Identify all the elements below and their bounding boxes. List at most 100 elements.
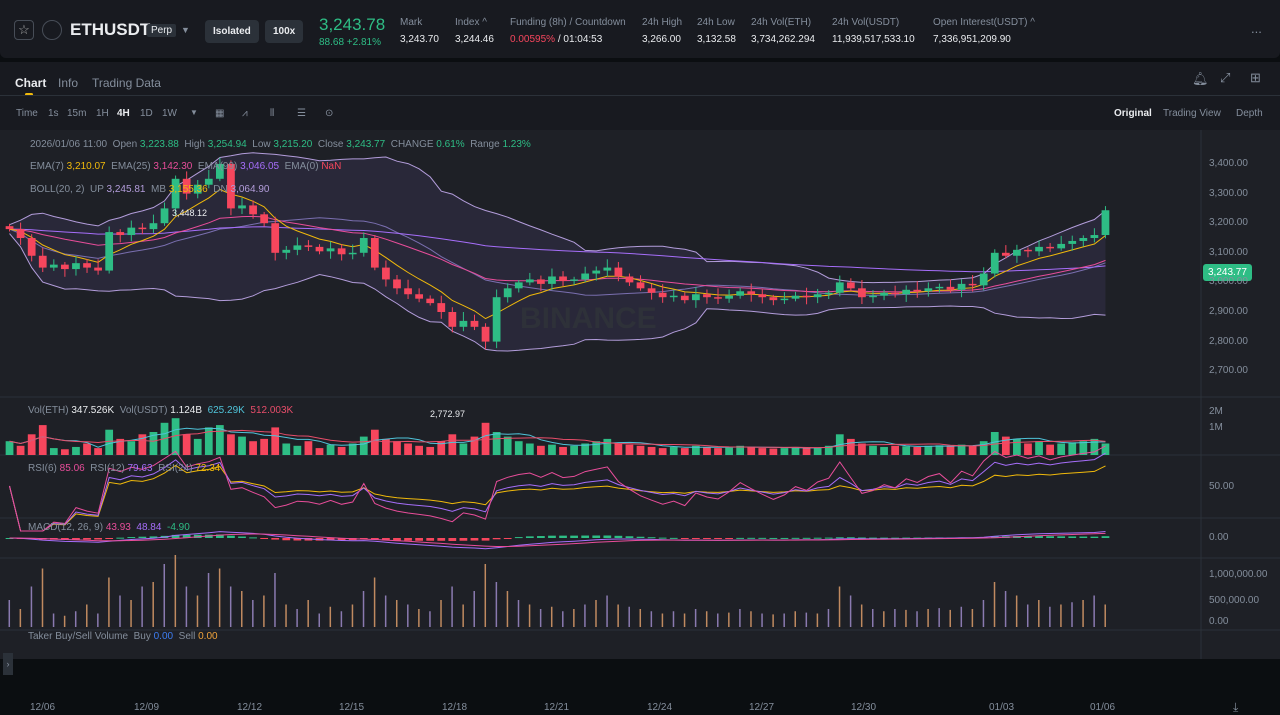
volume-bar <box>304 441 313 455</box>
volume-bar <box>636 445 645 455</box>
candle-body <box>1057 243 1066 249</box>
candle-body <box>680 295 689 301</box>
alert-bell-icon[interactable]: 🔔︎ <box>1192 71 1209 87</box>
candle-body <box>448 312 457 327</box>
candle-body <box>293 245 302 250</box>
candle-body <box>835 282 844 293</box>
volume-tick: 1M <box>1209 422 1223 433</box>
macd-histogram-bar <box>404 538 412 541</box>
margin-mode-button[interactable]: Isolated <box>205 20 259 43</box>
date-tick: 12/21 <box>544 702 570 713</box>
more-options-icon[interactable]: ... <box>1251 21 1262 36</box>
view-trading-view[interactable]: Trading View <box>1163 108 1221 119</box>
taker-volume-bar <box>672 611 675 627</box>
interval-4h[interactable]: 4H <box>117 108 130 119</box>
candle-body <box>559 276 567 281</box>
macd-tick: 0.00 <box>1209 532 1229 543</box>
layout-grid-icon[interactable]: ⊞ <box>1250 70 1261 86</box>
volume-bar <box>337 446 346 455</box>
tab-info[interactable]: Info <box>58 76 78 90</box>
leverage-button[interactable]: 100x <box>265 20 304 43</box>
taker-volume-bar <box>1104 604 1106 627</box>
chart-type-icon[interactable]: ⫴ <box>270 108 274 119</box>
volume-bar <box>592 441 601 455</box>
taker-volume-bar <box>86 604 88 627</box>
candle-body <box>703 294 711 298</box>
macd-histogram-bar <box>714 538 722 539</box>
candle-body <box>238 205 246 209</box>
taker-volume-bar <box>451 586 453 627</box>
taker-volume-bar <box>1049 606 1051 627</box>
date-tick: 12/24 <box>647 702 673 713</box>
symbol-dropdown-icon[interactable]: ▼ <box>181 25 190 35</box>
volume-bar <box>260 438 269 455</box>
taker-tick: 1,000,000.00 <box>1209 569 1268 580</box>
macd-histogram-bar <box>94 538 102 540</box>
interval-1s[interactable]: 1s <box>48 108 59 119</box>
settings-list-icon[interactable]: ☰ <box>297 108 306 119</box>
more-intervals-icon[interactable]: ▼ <box>190 108 198 117</box>
chart-area[interactable]: 2026/01/06 11:00 Open 3,223.88 High 3,25… <box>0 130 1280 714</box>
scroll-left-button[interactable]: › <box>3 653 13 675</box>
volume-bar <box>227 434 235 455</box>
taker-volume-bar <box>871 609 874 627</box>
target-icon[interactable]: ⊙ <box>325 108 333 119</box>
price-tick: 2,900.00 <box>1209 306 1248 317</box>
candle-body <box>249 205 257 215</box>
taker-volume-bar <box>595 600 597 627</box>
taker-volume-bar <box>384 595 387 627</box>
taker-volume-bar <box>849 595 852 627</box>
last-price: 3,243.78 <box>319 15 386 34</box>
interval-time[interactable]: Time <box>16 108 38 119</box>
taker-volume-bar <box>119 595 121 627</box>
taker-volume-bar <box>550 606 553 627</box>
taker-volume-bar <box>883 611 885 627</box>
macd-histogram-bar <box>282 538 291 541</box>
view-original[interactable]: Original <box>1114 108 1152 119</box>
macd-histogram-bar <box>824 537 833 539</box>
candle-body <box>415 294 423 299</box>
tab-trading-data[interactable]: Trading Data <box>92 76 161 90</box>
candle-body <box>1001 252 1010 256</box>
candle-body <box>49 264 58 268</box>
ohlc-legend: 2026/01/06 11:00 Open 3,223.88 High 3,25… <box>30 139 531 150</box>
stat-24h-vol-eth: 24h Vol(ETH) 3,734,262.294 <box>751 17 815 45</box>
date-tick: 12/12 <box>237 702 263 713</box>
view-depth[interactable]: Depth <box>1236 108 1263 119</box>
interval-1w[interactable]: 1W <box>162 108 177 119</box>
volume-bar <box>359 436 368 455</box>
interval-1d[interactable]: 1D <box>140 108 153 119</box>
candle-body <box>957 283 966 290</box>
date-tick: 12/15 <box>339 702 365 713</box>
auto-scale-icon[interactable]: ⤓ <box>1233 700 1238 715</box>
candle-body <box>824 292 833 295</box>
interval-15m[interactable]: 15m <box>67 108 86 119</box>
candle-body <box>83 263 91 268</box>
candle-body <box>935 286 944 289</box>
macd-histogram-bar <box>470 538 479 541</box>
candle-body <box>160 208 169 224</box>
macd-histogram-bar <box>703 538 711 539</box>
calendar-icon[interactable]: ▦ <box>215 108 224 119</box>
favorite-star-icon[interactable]: ☆ <box>14 20 34 40</box>
interval-1h[interactable]: 1H <box>96 108 109 119</box>
fullscreen-icon[interactable]: ⤢ <box>1220 70 1230 86</box>
macd-histogram-bar <box>227 535 235 538</box>
indicator-icon[interactable]: ⩘ <box>242 108 248 119</box>
volume-bar <box>193 438 202 455</box>
tab-chart[interactable]: Chart <box>15 76 46 90</box>
candle-body <box>625 276 634 283</box>
volume-bar <box>182 434 191 455</box>
macd-histogram-bar <box>249 537 257 539</box>
taker-volume-bar <box>1071 602 1073 627</box>
candle-body <box>791 295 800 299</box>
candle-body <box>869 295 877 298</box>
macd-histogram-bar <box>791 537 800 539</box>
taker-volume-bar <box>916 611 918 627</box>
volume-bar <box>614 443 623 455</box>
candle-body <box>127 227 136 236</box>
volume-bar <box>559 446 567 455</box>
macd-histogram-bar <box>459 538 468 541</box>
symbol-name[interactable]: ETHUSDT <box>70 20 150 40</box>
candle-body <box>714 297 722 299</box>
